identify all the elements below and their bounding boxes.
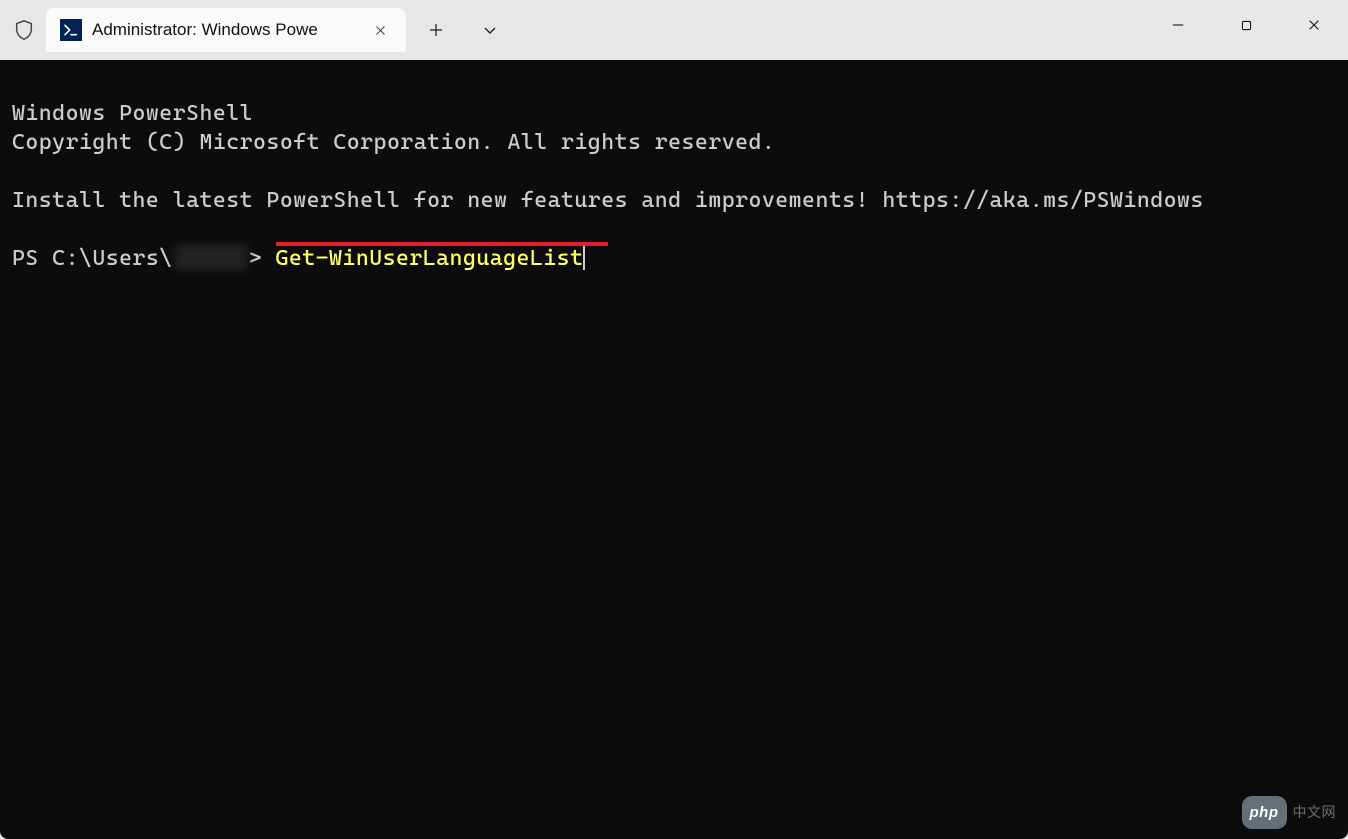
powershell-icon [60,19,82,41]
tab-close-button[interactable] [368,18,392,42]
watermark-logo: php [1242,796,1287,829]
username-redacted [175,244,247,270]
watermark-text: 中文网 [1293,798,1337,827]
new-tab-button[interactable] [412,10,460,50]
tab-powershell[interactable]: Administrator: Windows Powe [46,8,406,52]
terminal-line-copyright: Copyright (C) Microsoft Corporation. All… [12,130,775,155]
tab-dropdown-button[interactable] [466,10,514,50]
terminal-line-install: Install the latest PowerShell for new fe… [12,188,1204,213]
shield-icon [12,18,36,42]
titlebar[interactable]: Administrator: Windows Powe [0,0,1348,60]
terminal-window: Administrator: Windows Powe [0,0,1348,839]
terminal-prompt-line: PS C:\Users\ > Get-WinUserLanguageList [12,244,1336,273]
maximize-button[interactable] [1212,0,1280,50]
text-cursor [583,244,585,270]
prompt-suffix: > [249,244,276,273]
watermark: php 中文网 [1242,796,1337,829]
terminal-viewport[interactable]: Windows PowerShell Copyright (C) Microso… [0,60,1348,839]
command-text: Get-WinUserLanguageList [275,244,583,273]
close-window-button[interactable] [1280,0,1348,50]
terminal-line-header: Windows PowerShell [12,101,253,126]
minimize-button[interactable] [1144,0,1212,50]
tab-title: Administrator: Windows Powe [92,20,358,40]
titlebar-actions [412,8,514,52]
titlebar-left: Administrator: Windows Powe [0,0,514,60]
prompt-prefix: PS C:\Users\ [12,244,173,273]
window-controls [1144,0,1348,50]
